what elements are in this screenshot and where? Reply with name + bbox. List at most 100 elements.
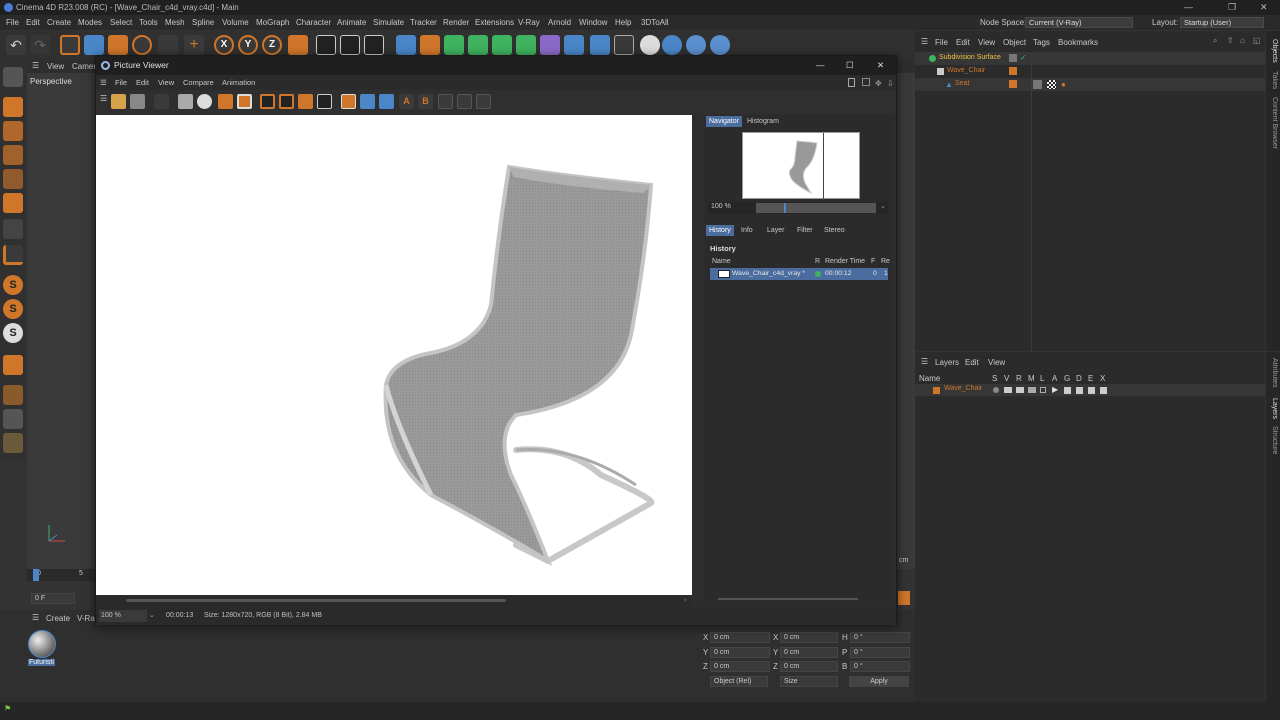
open-image-icon[interactable] (111, 94, 126, 109)
menu-animate[interactable]: Animate (337, 15, 366, 30)
tab-info[interactable]: Info (738, 225, 756, 236)
pv-fullscreen-icon[interactable] (862, 78, 870, 86)
tweak-icon[interactable] (3, 355, 23, 375)
layer-lock-icon[interactable] (1040, 387, 1046, 393)
render-settings-icon[interactable] (364, 35, 384, 55)
light-icon[interactable] (640, 35, 660, 55)
ab-compare-icon[interactable] (260, 94, 275, 109)
swap-ab-icon[interactable] (379, 94, 394, 109)
zoom-control[interactable]: 100 % ⌄ (708, 202, 888, 214)
layers-menu-edit[interactable]: Edit (965, 358, 979, 367)
material-name[interactable]: Futuristi (28, 659, 55, 666)
tab-histogram[interactable]: Histogram (744, 116, 782, 127)
render-view-icon[interactable] (316, 35, 336, 55)
live-selection-icon[interactable]: + (184, 35, 204, 55)
layer-animation-icon[interactable]: ▶ (1052, 385, 1058, 394)
color-picker-icon[interactable] (197, 94, 212, 109)
pv-maximize-button[interactable]: ☐ (846, 56, 854, 75)
layers-hamburger-icon[interactable]: ☰ (921, 357, 928, 366)
history-scroll-thumb[interactable] (718, 598, 858, 600)
viewport-menu-view[interactable]: View (47, 62, 64, 71)
layer-expression-icon[interactable] (1088, 387, 1095, 394)
canvas-horizontal-scrollbar[interactable]: › (96, 595, 692, 606)
om-home-icon[interactable]: ⌂ (1240, 36, 1245, 45)
snapshot-b-icon[interactable]: B (418, 94, 433, 109)
snap-icon[interactable]: S (3, 275, 23, 295)
scroll-right-icon[interactable]: › (684, 595, 687, 604)
om-hamburger-icon[interactable]: ☰ (921, 37, 928, 46)
pv-hamburger-icon[interactable]: ☰ (100, 75, 107, 90)
lock-workplane-icon[interactable] (3, 409, 23, 429)
pv-menu-animation[interactable]: Animation (222, 75, 255, 90)
vtab-attributes[interactable]: Attributes (1271, 358, 1278, 388)
layer-deformer-icon[interactable] (1076, 387, 1083, 394)
redo-icon[interactable]: ↷ (30, 35, 50, 55)
fit-to-screen-icon[interactable] (178, 94, 193, 109)
timeline-settings-icon[interactable] (898, 591, 910, 605)
model-mode-icon[interactable] (3, 97, 23, 117)
vtab-content-browser[interactable]: Content Browser (1271, 97, 1278, 149)
menu-arnold[interactable]: Arnold (548, 15, 571, 30)
node-space-dropdown[interactable]: Current (V-Ray) (1025, 17, 1133, 28)
mograph-icon[interactable] (516, 35, 536, 55)
vray-icon[interactable] (662, 35, 682, 55)
menu-tracker[interactable]: Tracker (410, 15, 437, 30)
om-menu-file[interactable]: File (935, 38, 948, 47)
menu-mesh[interactable]: Mesh (165, 15, 185, 30)
pv-minimize-button[interactable]: — (816, 56, 825, 75)
navigator-preview[interactable] (742, 132, 860, 200)
floor-icon[interactable] (590, 35, 610, 55)
timeline-playhead[interactable] (33, 569, 39, 581)
workplane-icon[interactable] (3, 385, 23, 405)
pv-move-icon[interactable]: ✥ (875, 76, 882, 91)
rotate-tool-icon[interactable] (132, 35, 152, 55)
close-button[interactable]: ✕ (1260, 0, 1268, 15)
pv-layout-icon[interactable] (848, 78, 855, 87)
menu-file[interactable]: File (6, 15, 19, 30)
menu-render[interactable]: Render (443, 15, 469, 30)
menu-character[interactable]: Character (296, 15, 331, 30)
om-menu-bookmarks[interactable]: Bookmarks (1058, 38, 1098, 47)
coordinate-system-icon[interactable] (288, 35, 308, 55)
layer-solo-icon[interactable] (993, 387, 999, 393)
current-frame-field[interactable]: 0 F (31, 593, 75, 604)
zoom-slider[interactable] (756, 203, 876, 213)
stop-render-icon[interactable] (154, 94, 169, 109)
layer-manager-icon[interactable] (1028, 387, 1036, 393)
set-a-icon[interactable] (341, 94, 356, 109)
render-to-picture-viewer-icon[interactable] (340, 35, 360, 55)
python-script-icon[interactable] (686, 35, 706, 55)
texture-mode-icon[interactable] (3, 121, 23, 141)
object-row-seat[interactable]: ▲ Seat ● (915, 78, 1265, 91)
field-icon[interactable] (564, 35, 584, 55)
compare-split-icon[interactable] (279, 94, 294, 109)
menu-help[interactable]: Help (615, 15, 631, 30)
uv-mode-icon[interactable] (3, 219, 23, 239)
menu-volume[interactable]: Volume (222, 15, 249, 30)
vtab-structure[interactable]: Structure (1271, 426, 1278, 454)
python-icon[interactable] (710, 35, 730, 55)
cloner-icon[interactable] (492, 35, 512, 55)
menu-select[interactable]: Select (110, 15, 132, 30)
vtab-layers[interactable]: Layers (1271, 398, 1278, 419)
material-menu-vray[interactable]: V-Ra (77, 614, 95, 623)
minimize-button[interactable]: — (1184, 0, 1193, 15)
material-menu-create[interactable]: Create (46, 614, 70, 623)
layer-generator-icon[interactable] (1064, 387, 1071, 394)
history-row[interactable]: Wave_Chair_c4d_vray * 00:00:12 0 1 (710, 268, 888, 280)
maximize-button[interactable]: ❐ (1228, 0, 1236, 15)
compare-swap-icon[interactable] (298, 94, 313, 109)
pv-tools-hamburger-icon[interactable]: ☰ (100, 94, 107, 103)
menu-vray[interactable]: V-Ray (518, 15, 540, 30)
object-row-subdivision[interactable]: Subdivision Surface ✓ (915, 52, 1265, 65)
history-horizontal-scrollbar[interactable] (708, 595, 888, 603)
position-y-field[interactable]: 0 cm (710, 647, 770, 658)
material-thumbnail[interactable] (28, 630, 56, 658)
layers-menu-layers[interactable]: Layers (935, 358, 959, 367)
menu-mograph[interactable]: MoGraph (256, 15, 289, 30)
deformer-icon[interactable] (540, 35, 560, 55)
layer-row[interactable]: Wave_Chair ▶ (915, 384, 1265, 396)
enabled-check-icon[interactable]: ✓ (1020, 53, 1027, 62)
render-region-icon[interactable] (237, 94, 252, 109)
snap-settings-icon[interactable]: S (3, 299, 23, 319)
